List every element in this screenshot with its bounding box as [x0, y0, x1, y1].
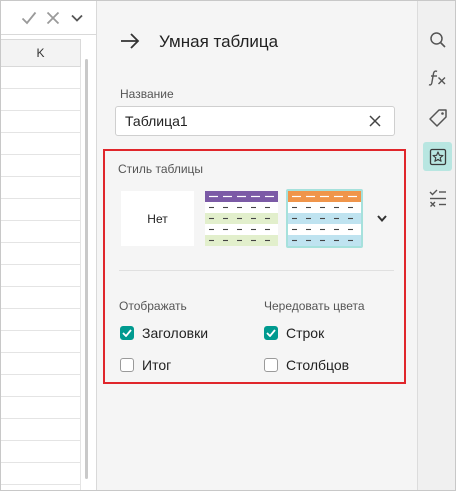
- style-preview-icon: [288, 191, 361, 246]
- style-purple-green-option[interactable]: [205, 191, 278, 246]
- checkbox-checked-icon[interactable]: [264, 326, 278, 340]
- tag-icon[interactable]: [423, 103, 452, 132]
- cell-grid[interactable]: [1, 67, 81, 490]
- search-icon[interactable]: [423, 25, 452, 54]
- divider: [119, 270, 394, 271]
- show-label: Отображать: [119, 299, 187, 313]
- table-name-input[interactable]: [115, 106, 395, 136]
- columns-checkbox[interactable]: Столбцов: [264, 355, 349, 375]
- style-orange-blue-option[interactable]: [286, 189, 363, 248]
- rows-label: Строк: [286, 325, 325, 341]
- function-icon[interactable]: [423, 63, 452, 92]
- vertical-scrollbar[interactable]: [85, 59, 88, 479]
- alternate-colors-label: Чередовать цвета: [264, 299, 365, 313]
- formula-bar: [1, 1, 96, 35]
- smart-table-panel: Умная таблица Название Стиль таблицы Нет: [97, 1, 417, 490]
- total-checkbox[interactable]: Итог: [120, 355, 171, 375]
- checkbox-checked-icon[interactable]: [120, 326, 134, 340]
- name-label: Название: [120, 87, 174, 101]
- clear-list-icon[interactable]: [423, 183, 452, 212]
- clear-icon[interactable]: [367, 113, 383, 129]
- panel-header: Умная таблица: [97, 23, 417, 59]
- chevron-down-icon[interactable]: [68, 9, 86, 27]
- app-window: K Умная таблица Название Стиль таблицы Н…: [0, 0, 456, 491]
- style-label: Стиль таблицы: [118, 162, 204, 176]
- rows-checkbox[interactable]: Строк: [264, 323, 324, 343]
- total-label: Итог: [142, 357, 172, 373]
- style-none-option[interactable]: Нет: [121, 191, 194, 246]
- arrow-right-icon[interactable]: [119, 31, 141, 51]
- panel-title: Умная таблица: [159, 32, 279, 51]
- chevron-down-icon[interactable]: [375, 211, 389, 225]
- right-toolbar: [417, 1, 455, 490]
- columns-label: Столбцов: [286, 357, 350, 373]
- checkbox-empty-icon[interactable]: [264, 358, 278, 372]
- headers-label: Заголовки: [142, 325, 209, 341]
- style-preview-icon: [205, 191, 278, 246]
- cancel-icon[interactable]: [44, 9, 62, 27]
- headers-checkbox[interactable]: Заголовки: [120, 323, 208, 343]
- star-icon[interactable]: [423, 142, 452, 171]
- table-style-section: [103, 149, 406, 384]
- checkbox-empty-icon[interactable]: [120, 358, 134, 372]
- check-icon[interactable]: [20, 9, 38, 27]
- column-header[interactable]: K: [1, 39, 81, 67]
- spreadsheet-area: K: [1, 1, 97, 490]
